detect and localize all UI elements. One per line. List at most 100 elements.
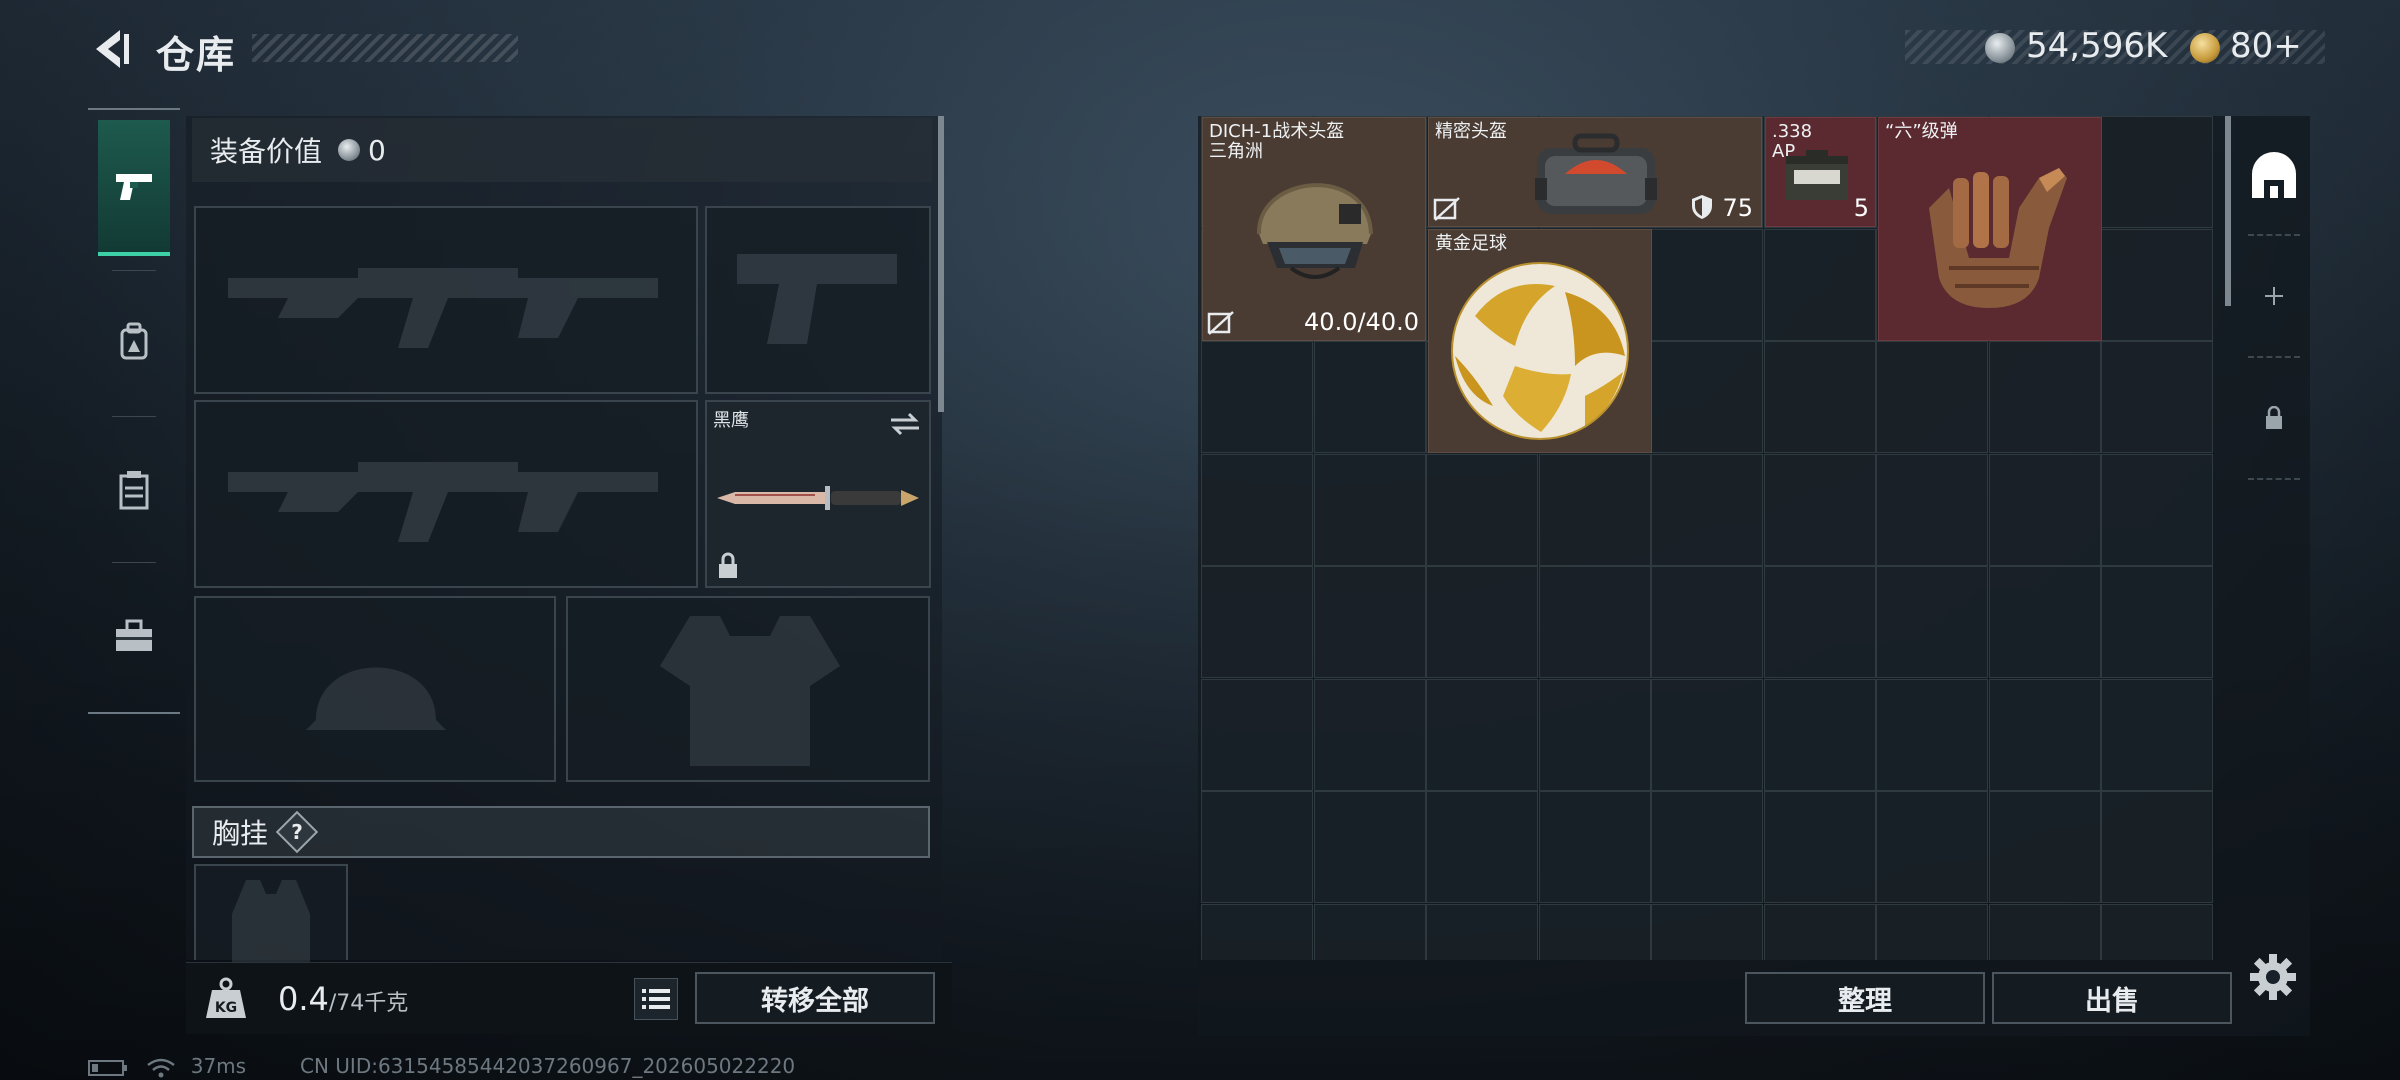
- grid-cell[interactable]: [1988, 678, 2101, 791]
- sidebar-item-toolbox[interactable]: [98, 568, 170, 704]
- grid-cell[interactable]: [1313, 566, 1426, 678]
- sidebar-item-container[interactable]: [98, 422, 170, 558]
- grid-cell[interactable]: [2101, 341, 2213, 453]
- grid-cell[interactable]: [1876, 453, 1988, 566]
- secondary-weapon-slot[interactable]: [194, 400, 698, 588]
- sell-button[interactable]: 出售: [1992, 972, 2232, 1024]
- grid-cell[interactable]: [1538, 566, 1651, 678]
- grid-cell[interactable]: [1426, 678, 1538, 791]
- transfer-all-button[interactable]: 转移全部: [695, 972, 935, 1024]
- grid-cell[interactable]: [1876, 566, 1988, 678]
- grid-cell[interactable]: [2101, 116, 2213, 228]
- item-golden-football[interactable]: 黄金足球: [1428, 229, 1652, 453]
- loadout-sidebar: [88, 108, 180, 714]
- grid-cell[interactable]: [1201, 566, 1313, 678]
- primary-weapon-slot[interactable]: [194, 206, 698, 394]
- grid-cell[interactable]: [1313, 791, 1426, 903]
- silver-coin-icon: [338, 139, 361, 161]
- grid-cell[interactable]: [1988, 453, 2101, 566]
- grid-cell[interactable]: [1426, 453, 1538, 566]
- grid-cell[interactable]: [1651, 228, 1763, 341]
- grid-cell[interactable]: [2101, 903, 2213, 960]
- grid-cell[interactable]: [1763, 228, 1876, 341]
- grid-cell[interactable]: [2101, 678, 2213, 791]
- swap-icon[interactable]: [889, 410, 921, 438]
- grid-cell[interactable]: [1651, 566, 1763, 678]
- container-icon: [119, 471, 149, 510]
- warehouse-tab-main[interactable]: [2238, 122, 2310, 234]
- item-precision-helmet[interactable]: 精密头盔 75: [1428, 117, 1762, 227]
- gold-balance[interactable]: 80+: [2230, 26, 2302, 66]
- grid-cell[interactable]: [1538, 903, 1651, 960]
- grid-cell[interactable]: [1763, 566, 1876, 678]
- back-icon[interactable]: [86, 24, 136, 74]
- item-338-ammo[interactable]: .338 AP 5: [1765, 117, 1876, 227]
- grid-cell[interactable]: [1988, 791, 2101, 903]
- grid-cell[interactable]: [1651, 903, 1763, 960]
- grid-cell[interactable]: [1313, 453, 1426, 566]
- sort-button[interactable]: 整理: [1745, 972, 1985, 1024]
- grid-cell[interactable]: [1876, 791, 1988, 903]
- grid-cell[interactable]: [1313, 341, 1426, 453]
- title-decoration: [252, 34, 518, 62]
- grid-cell[interactable]: [1538, 791, 1651, 903]
- grid-cell[interactable]: [1988, 903, 2101, 960]
- grid-cell[interactable]: [1651, 341, 1763, 453]
- grid-cell[interactable]: [2101, 791, 2213, 903]
- help-icon[interactable]: ?: [275, 810, 319, 854]
- grid-cell[interactable]: [1763, 903, 1876, 960]
- pistol-icon: [116, 174, 152, 200]
- helmet-slot[interactable]: [194, 596, 556, 782]
- list-icon: [642, 989, 670, 1009]
- loadout-scrollbar[interactable]: [938, 116, 944, 412]
- melee-slot[interactable]: 黑鹰: [705, 400, 931, 588]
- grid-cell[interactable]: [1313, 903, 1426, 960]
- grid-cell[interactable]: [1538, 453, 1651, 566]
- item-tactical-helmet[interactable]: DICH-1战术头盔 三角洲 40.0/40.0: [1202, 117, 1426, 341]
- gauntlet-trophy-icon: [1929, 168, 2067, 308]
- grid-cell[interactable]: [1201, 341, 1313, 453]
- grid-cell[interactable]: [1201, 453, 1313, 566]
- grid-cell[interactable]: [1201, 678, 1313, 791]
- rifle-silhouette-icon: [228, 268, 658, 348]
- weight-current: 0.4: [278, 980, 329, 1018]
- grid-cell[interactable]: [1763, 678, 1876, 791]
- item-durability: 40.0/40.0: [1304, 308, 1419, 336]
- item-level-six-round[interactable]: “六”级弹: [1878, 117, 2102, 341]
- grid-cell[interactable]: [2101, 228, 2213, 341]
- grid-cell[interactable]: [1426, 903, 1538, 960]
- grid-cell[interactable]: [1651, 453, 1763, 566]
- plus-icon: [2265, 287, 2283, 305]
- helmet-silhouette-icon: [306, 667, 446, 730]
- grid-cell[interactable]: [2101, 566, 2213, 678]
- sidebar-item-weapons[interactable]: [98, 120, 170, 256]
- grid-cell[interactable]: [1201, 791, 1313, 903]
- grid-cell[interactable]: [1651, 791, 1763, 903]
- settings-gear-icon[interactable]: [2248, 952, 2298, 1002]
- grid-cell[interactable]: [1651, 678, 1763, 791]
- grid-cell[interactable]: [1763, 791, 1876, 903]
- grid-cell[interactable]: [1988, 566, 2101, 678]
- backpack-icon: [120, 322, 148, 360]
- grid-cell[interactable]: [1426, 791, 1538, 903]
- grid-cell[interactable]: [1876, 341, 1988, 453]
- grid-cell[interactable]: [1763, 453, 1876, 566]
- grid-cell[interactable]: [2101, 453, 2213, 566]
- chest-rig-slot[interactable]: [194, 864, 348, 964]
- add-warehouse-tab-button[interactable]: [2238, 240, 2310, 352]
- grid-cell[interactable]: [1426, 566, 1538, 678]
- warehouse-scrollbar[interactable]: [2225, 116, 2231, 306]
- grid-cell[interactable]: [1876, 903, 1988, 960]
- sidearm-slot[interactable]: [705, 206, 931, 394]
- grid-cell[interactable]: [1538, 678, 1651, 791]
- list-view-button[interactable]: [634, 978, 678, 1020]
- locked-warehouse-tab[interactable]: [2238, 362, 2310, 474]
- grid-cell[interactable]: [1201, 903, 1313, 960]
- grid-cell[interactable]: [1988, 341, 2101, 453]
- item-name: 精密头盔: [1435, 121, 1507, 142]
- armor-slot[interactable]: [566, 596, 930, 782]
- grid-cell[interactable]: [1763, 341, 1876, 453]
- grid-cell[interactable]: [1313, 678, 1426, 791]
- sidebar-item-backpack[interactable]: [98, 274, 170, 410]
- grid-cell[interactable]: [1876, 678, 1988, 791]
